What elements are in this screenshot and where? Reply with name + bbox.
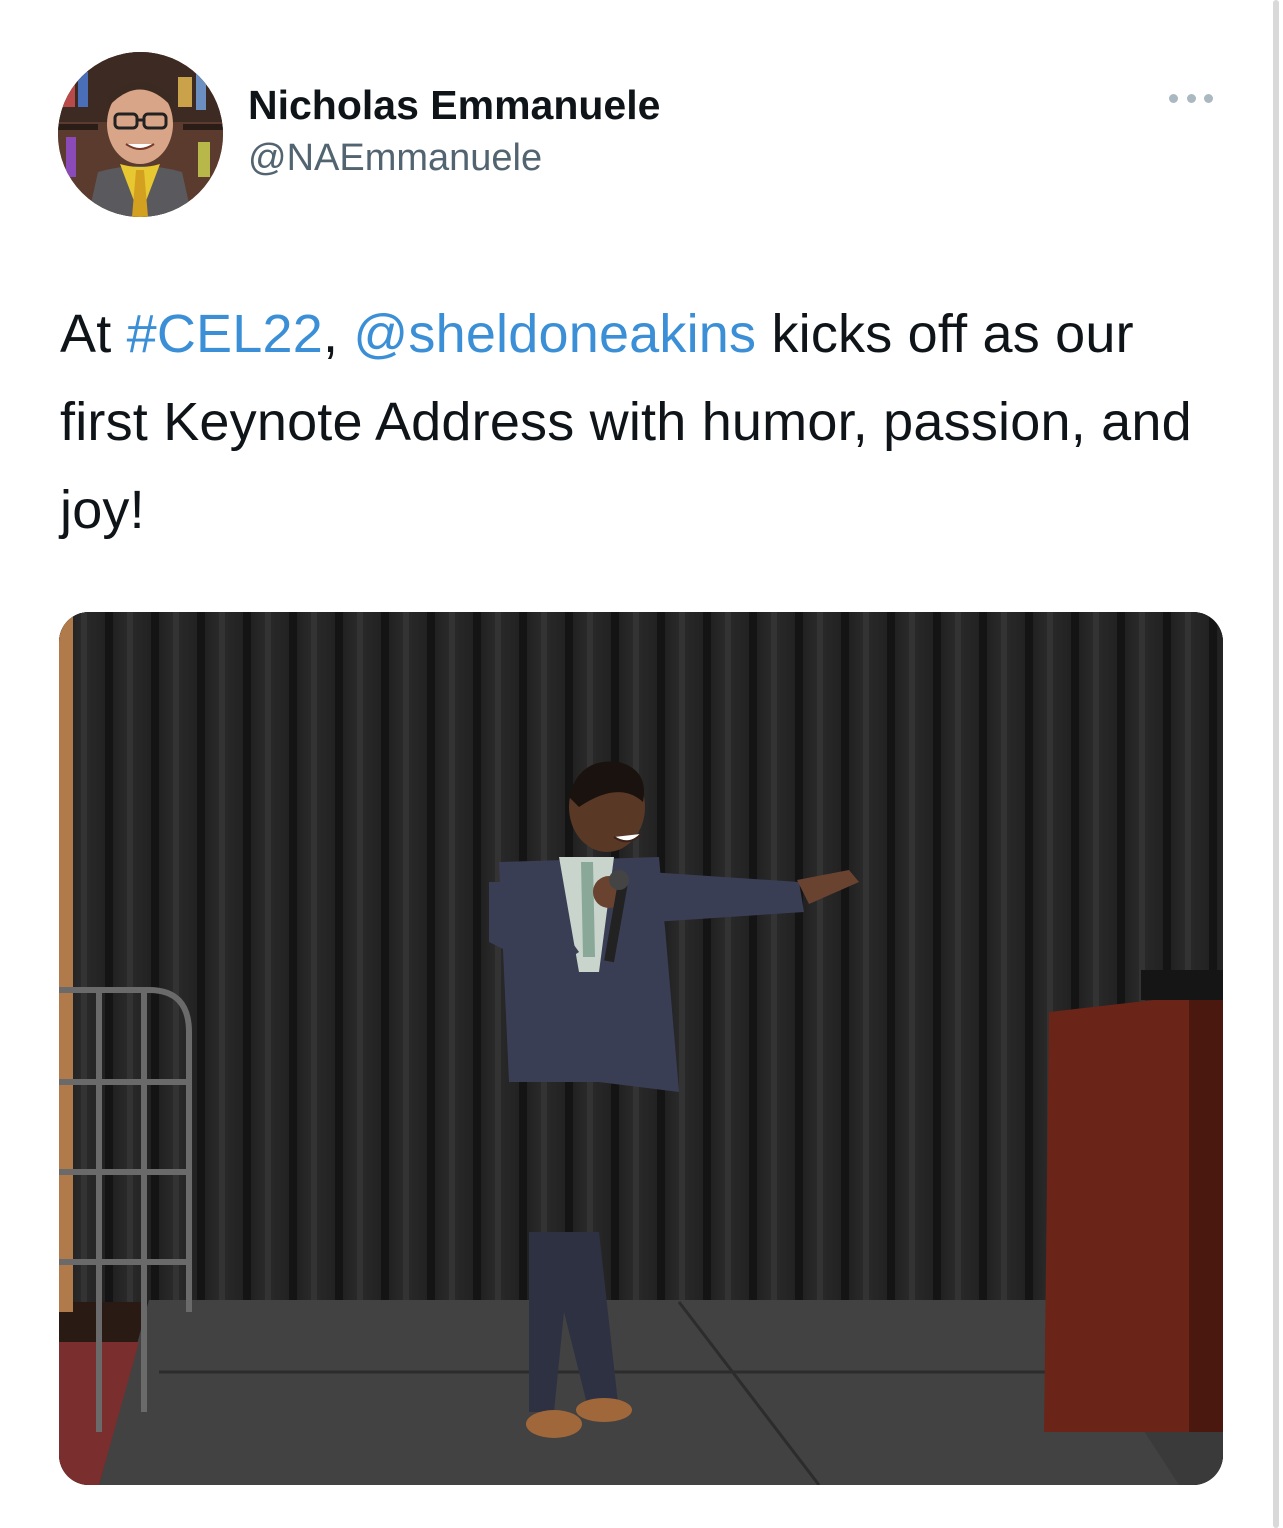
more-dot	[1169, 93, 1178, 103]
more-horizontal-icon[interactable]	[1169, 88, 1213, 108]
hashtag-link[interactable]: #CEL22	[127, 304, 323, 364]
more-dot	[1204, 93, 1213, 103]
tweet-card: Nicholas Emmanuele @NAEmmanuele At #CEL2…	[0, 0, 1283, 1528]
photo-speaker-on-stage-icon	[59, 612, 1223, 1485]
tweet-photo[interactable]	[59, 612, 1223, 1485]
tweet-text: At #CEL22, @sheldoneakins kicks off as o…	[60, 290, 1220, 554]
text-segment: At	[60, 304, 127, 364]
tweet-header: Nicholas Emmanuele @NAEmmanuele	[58, 52, 1213, 222]
user-handle[interactable]: @NAEmmanuele	[248, 134, 660, 182]
text-segment: ,	[322, 304, 354, 364]
mention-link[interactable]: @sheldoneakins	[353, 304, 756, 364]
avatar-photo-icon	[58, 52, 223, 217]
more-dot	[1186, 93, 1196, 103]
display-name[interactable]: Nicholas Emmanuele	[248, 80, 660, 130]
scrollbar[interactable]	[1273, 0, 1279, 1528]
avatar[interactable]	[58, 52, 223, 217]
author-block: Nicholas Emmanuele @NAEmmanuele	[248, 80, 660, 182]
